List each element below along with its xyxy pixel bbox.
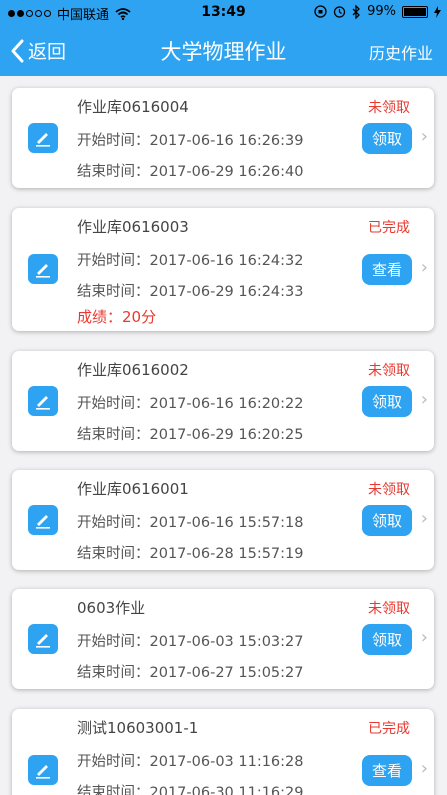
- homework-card[interactable]: 作业库0616004 未领取 开始时间：2017-06-16 16:26:39 …: [12, 88, 434, 188]
- battery-percent: 99%: [367, 4, 396, 19]
- chevron-right-icon: ›: [420, 627, 428, 648]
- card-status: 已完成: [368, 721, 410, 737]
- edit-icon: [28, 624, 58, 654]
- chevron-right-icon: ›: [420, 257, 428, 278]
- card-title: 0603作业: [77, 599, 146, 617]
- orientation-lock-icon: [314, 5, 327, 18]
- homework-list: 作业库0616004 未领取 开始时间：2017-06-16 16:26:39 …: [0, 76, 447, 795]
- card-start-time: 开始时间：2017-06-03 15:03:27: [77, 634, 304, 650]
- claim-button[interactable]: 领取: [362, 123, 412, 154]
- card-title: 作业库0616001: [77, 480, 189, 498]
- card-status: 未领取: [368, 363, 410, 379]
- card-title: 作业库0616004: [77, 98, 189, 116]
- card-start-time: 开始时间：2017-06-16 16:20:22: [77, 396, 304, 412]
- edit-icon: [28, 505, 58, 535]
- status-bar: 中国联通 13:49 99%: [0, 0, 447, 24]
- card-end-time: 结束时间：2017-06-27 15:05:27: [77, 665, 304, 681]
- card-start-time: 开始时间：2017-06-03 11:16:28: [77, 754, 304, 770]
- status-right: 99%: [314, 4, 441, 19]
- card-end-time: 结束时间：2017-06-29 16:26:40: [77, 164, 304, 180]
- card-status: 已完成: [368, 220, 410, 236]
- card-status: 未领取: [368, 100, 410, 116]
- homework-card[interactable]: 测试10603001-1 已完成 开始时间：2017-06-03 11:16:2…: [12, 709, 434, 795]
- edit-icon: [28, 254, 58, 284]
- card-status: 未领取: [368, 601, 410, 617]
- card-end-time: 结束时间：2017-06-29 16:24:33: [77, 284, 304, 300]
- homework-card[interactable]: 作业库0616002 未领取 开始时间：2017-06-16 16:20:22 …: [12, 351, 434, 451]
- charging-icon: [434, 5, 441, 18]
- card-status: 未领取: [368, 482, 410, 498]
- history-button[interactable]: 历史作业: [369, 40, 433, 64]
- claim-button[interactable]: 领取: [362, 386, 412, 417]
- claim-button[interactable]: 领取: [362, 624, 412, 655]
- homework-card[interactable]: 作业库0616003 已完成 开始时间：2017-06-16 16:24:32 …: [12, 208, 434, 331]
- edit-icon: [28, 123, 58, 153]
- card-end-time: 结束时间：2017-06-28 15:57:19: [77, 546, 304, 562]
- alarm-icon: [333, 6, 346, 18]
- nav-bar: 返回 大学物理作业 历史作业: [0, 24, 447, 76]
- card-score: 成绩：20分: [77, 308, 157, 326]
- chevron-right-icon: ›: [420, 126, 428, 147]
- homework-card[interactable]: 作业库0616001 未领取 开始时间：2017-06-16 15:57:18 …: [12, 470, 434, 570]
- view-button[interactable]: 查看: [362, 755, 412, 786]
- edit-icon: [28, 386, 58, 416]
- battery-fill: [404, 7, 426, 16]
- card-start-time: 开始时间：2017-06-16 15:57:18: [77, 515, 304, 531]
- card-end-time: 结束时间：2017-06-29 16:20:25: [77, 427, 304, 443]
- chevron-right-icon: ›: [420, 758, 428, 779]
- card-start-time: 开始时间：2017-06-16 16:24:32: [77, 253, 304, 269]
- view-button[interactable]: 查看: [362, 254, 412, 285]
- chevron-right-icon: ›: [420, 508, 428, 529]
- card-start-time: 开始时间：2017-06-16 16:26:39: [77, 133, 304, 149]
- homework-card[interactable]: 0603作业 未领取 开始时间：2017-06-03 15:03:27 结束时间…: [12, 589, 434, 689]
- card-end-time: 结束时间：2017-06-30 11:16:29: [77, 785, 304, 795]
- claim-button[interactable]: 领取: [362, 505, 412, 536]
- card-title: 作业库0616003: [77, 218, 189, 236]
- card-title: 测试10603001-1: [77, 719, 199, 737]
- battery-icon: [402, 5, 428, 18]
- edit-icon: [28, 755, 58, 785]
- card-title: 作业库0616002: [77, 361, 189, 379]
- bluetooth-icon: [352, 4, 361, 19]
- chevron-right-icon: ›: [420, 389, 428, 410]
